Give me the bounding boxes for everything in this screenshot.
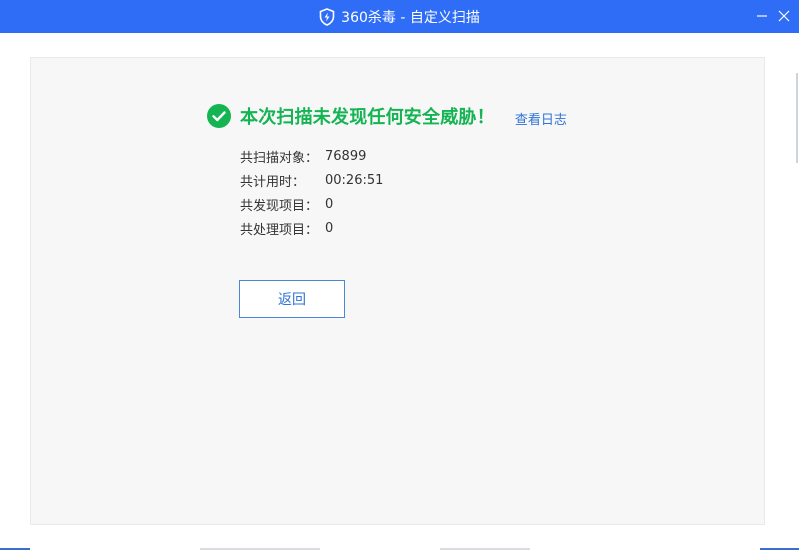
stat-row-handled-items: 共处理项目： 0 — [240, 216, 383, 240]
stat-row-scanned-objects: 共扫描对象： 76899 — [240, 144, 383, 168]
view-log-link[interactable]: 查看日志 — [515, 109, 567, 128]
stat-value: 0 — [325, 220, 334, 236]
title-group: 360杀毒 - 自定义扫描 — [0, 0, 799, 33]
close-icon — [778, 7, 790, 26]
scrollbar[interactable] — [795, 33, 799, 551]
shield-icon — [319, 7, 335, 26]
scan-stats: 共扫描对象： 76899 共计用时： 00:26:51 共发现项目： 0 共处理… — [240, 144, 383, 240]
result-title: 本次扫描未发现任何安全威胁！ — [240, 107, 495, 128]
stat-row-found-items: 共发现项目： 0 — [240, 192, 383, 216]
result-header: 本次扫描未发现任何安全威胁！ 查看日志 — [207, 102, 567, 130]
check-circle-icon — [207, 104, 231, 128]
stat-value: 76899 — [325, 148, 367, 164]
scrollbar-thumb[interactable] — [796, 73, 798, 163]
window-title: 360杀毒 - 自定义扫描 — [341, 9, 480, 26]
stat-label: 共扫描对象： — [240, 150, 319, 166]
minimize-icon — [756, 7, 768, 26]
title-bar: 360杀毒 - 自定义扫描 — [0, 0, 799, 33]
close-button[interactable] — [772, 0, 796, 33]
back-button[interactable]: 返回 — [239, 280, 345, 318]
stat-label: 共发现项目： — [240, 198, 319, 214]
minimize-button[interactable] — [750, 0, 774, 33]
stat-value: 00:26:51 — [325, 172, 384, 188]
stat-row-time-used: 共计用时： 00:26:51 — [240, 168, 383, 192]
stat-value: 0 — [325, 196, 334, 212]
stat-label: 共计用时： — [240, 174, 306, 190]
scan-result-panel: 本次扫描未发现任何安全威胁！ 查看日志 共扫描对象： 76899 共计用时： 0… — [30, 57, 765, 525]
stat-label: 共处理项目： — [240, 222, 319, 238]
app-window: 360杀毒 - 自定义扫描 本次扫描未发现任何安全威胁！ 查看日志 共扫描对象：… — [0, 0, 799, 551]
bottom-edge — [0, 547, 799, 551]
